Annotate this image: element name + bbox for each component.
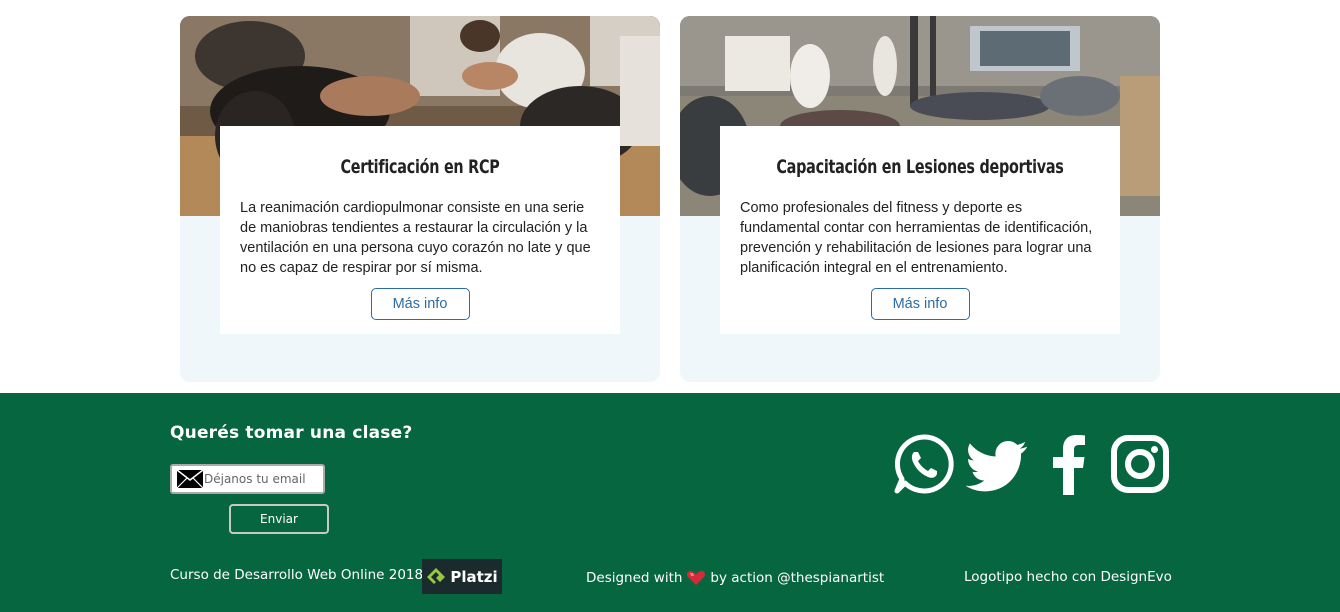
card-title: Capacitación en Lesiones deportivas (776, 156, 1064, 178)
course-card-sports-injuries: Capacitación en Lesiones deportivas Como… (680, 16, 1160, 382)
card-description: La reanimación cardiopulmonar consiste e… (240, 200, 591, 276)
designed-by-text: by action @thespianartist (710, 570, 885, 586)
envelope-icon (176, 469, 204, 489)
course-card-rcp: Certificación en RCP La reanimación card… (180, 16, 660, 382)
twitter-icon (966, 441, 1027, 492)
site-footer: Querés tomar una clase? Enviar (0, 393, 1340, 612)
logo-credit: Logotipo hecho con DesignEvo (964, 569, 1172, 585)
more-info-button[interactable]: Más info (370, 288, 470, 320)
platzi-logo-icon (427, 567, 446, 584)
card-title: Certificación en RCP (340, 156, 500, 178)
design-credit: Designed with by action @thespianartist (586, 570, 884, 586)
designed-with-text: Designed with (586, 570, 683, 586)
email-input[interactable] (204, 468, 321, 490)
card-description: Como profesionales del fitness y deporte… (740, 200, 1093, 276)
whatsapp-link[interactable] (893, 433, 955, 495)
instagram-icon (1111, 435, 1169, 493)
facebook-icon (1053, 435, 1085, 495)
whatsapp-icon (894, 434, 954, 494)
email-field-wrapper (170, 464, 325, 494)
twitter-link[interactable] (966, 433, 1028, 495)
contact-cta-title: Querés tomar una clase? (170, 423, 413, 443)
platzi-badge[interactable]: Platzi (422, 559, 502, 594)
more-info-button[interactable]: Más info (870, 288, 970, 320)
platzi-label: Platzi (450, 567, 498, 586)
heart-icon (687, 571, 706, 585)
card-content: Capacitación en Lesiones deportivas Como… (720, 126, 1120, 334)
instagram-link[interactable] (1110, 433, 1170, 495)
card-content: Certificación en RCP La reanimación card… (220, 126, 620, 334)
send-button[interactable]: Enviar (229, 504, 329, 534)
course-credit: Curso de Desarrollo Web Online 2018 (170, 567, 424, 583)
facebook-link[interactable] (1048, 433, 1088, 495)
